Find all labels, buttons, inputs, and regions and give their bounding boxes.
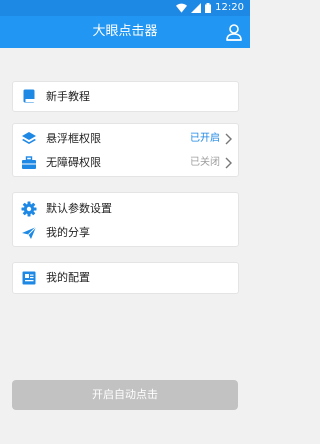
status-time: 12:20 <box>215 2 244 13</box>
battery-icon <box>205 3 212 13</box>
menu-item-accessibility-permission[interactable]: 无障碍权限 已关闭 <box>13 151 238 175</box>
chevron-right-icon <box>225 157 232 169</box>
permission-status-badge: 已开启 <box>190 133 220 144</box>
menu-item-default-settings[interactable]: 默认参数设置 <box>13 197 238 221</box>
menu-item-label: 我的分享 <box>46 226 90 239</box>
status-icons: 12:20 <box>176 2 244 14</box>
menu-item-tutorial[interactable]: 新手教程 <box>13 82 238 111</box>
chevron-right-icon <box>225 133 232 145</box>
signal-icon <box>191 3 202 13</box>
menu-item-label: 我的配置 <box>46 271 90 284</box>
menu-item-share[interactable]: 我的分享 <box>13 221 238 245</box>
layers-icon <box>22 132 36 144</box>
menu-item-label: 默认参数设置 <box>46 202 112 215</box>
menu-item-my-config[interactable]: 我的配置 <box>13 263 238 293</box>
book-icon <box>23 89 35 103</box>
toolbox-icon <box>22 156 36 169</box>
app-bar: 大眼点击器 <box>0 16 250 48</box>
config-icon <box>22 271 36 285</box>
permission-status-badge: 已关闭 <box>190 157 220 168</box>
paper-plane-icon <box>22 226 37 239</box>
menu-item-label: 新手教程 <box>46 90 90 103</box>
settings-card: 默认参数设置 我的分享 <box>12 192 239 247</box>
status-bar: 12:20 <box>0 0 250 16</box>
menu-item-label: 无障碍权限 <box>46 156 101 169</box>
menu-item-label: 悬浮框权限 <box>46 132 101 145</box>
permissions-card: 悬浮框权限 已开启 无障碍权限 已关闭 <box>12 123 239 177</box>
wifi-icon <box>176 3 188 13</box>
profile-icon[interactable] <box>224 22 244 42</box>
menu-item-overlay-permission[interactable]: 悬浮框权限 已开启 <box>13 127 238 151</box>
tutorial-card: 新手教程 <box>12 81 239 112</box>
app-title: 大眼点击器 <box>92 24 158 39</box>
gear-icon <box>21 201 37 217</box>
start-auto-click-button[interactable]: 开启自动点击 <box>12 380 238 410</box>
config-card: 我的配置 <box>12 262 239 294</box>
